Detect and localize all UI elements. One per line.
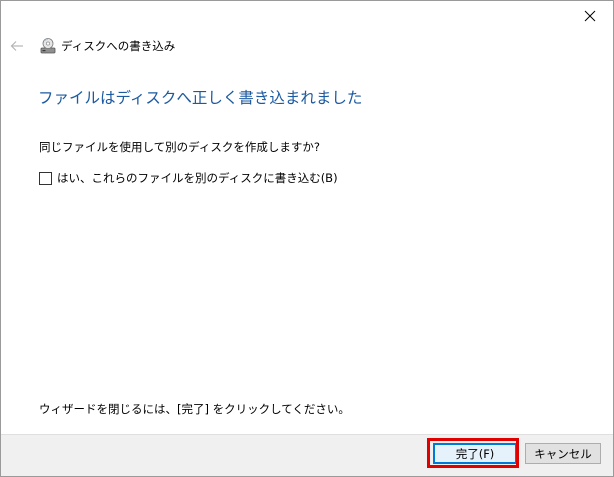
disc-burner-icon bbox=[39, 37, 57, 55]
finish-hint-text: ウィザードを閉じるには、[完了] をクリックしてください。 bbox=[39, 402, 350, 416]
wizard-window: ディスクへの書き込み ファイルはディスクへ正しく書き込まれました 同じファイルを… bbox=[0, 0, 614, 477]
page-heading: ファイルはディスクへ正しく書き込まれました bbox=[38, 89, 363, 107]
close-icon bbox=[584, 10, 596, 22]
wizard-footer: 完了(F) キャンセル bbox=[1, 434, 613, 476]
close-button[interactable] bbox=[567, 1, 613, 31]
finish-button[interactable]: 完了(F) bbox=[433, 443, 517, 464]
wizard-title: ディスクへの書き込み bbox=[61, 39, 176, 53]
burn-another-disc-checkbox[interactable] bbox=[39, 171, 52, 185]
question-text: 同じファイルを使用して別のディスクを作成しますか? bbox=[39, 140, 320, 154]
burn-another-disc-option[interactable]: はい、これらのファイルを別のディスクに書き込む(B) bbox=[39, 170, 338, 186]
wizard-nav-row: ディスクへの書き込み bbox=[9, 35, 175, 57]
back-button[interactable] bbox=[9, 37, 25, 55]
burn-another-disc-label[interactable]: はい、これらのファイルを別のディスクに書き込む(B) bbox=[57, 170, 338, 186]
cancel-button[interactable]: キャンセル bbox=[525, 443, 601, 464]
back-arrow-icon bbox=[10, 41, 23, 51]
